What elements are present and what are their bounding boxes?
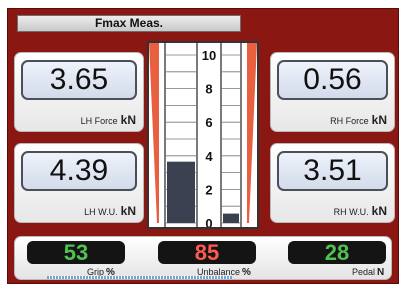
lh-force-label-text: LH Force [80,116,118,126]
lh-wu-value: 4.39 [21,151,137,191]
grip-value: 53 [27,241,125,264]
force-bar-gauge: 10 8 6 4 2 0 [147,41,259,229]
rh-wu-value: 3.51 [277,151,388,191]
lh-force-panel: 3.65 LH Force kN [14,52,144,132]
rh-force-panel: 0.56 RH Force kN [270,52,395,132]
gauge-tick-label: 8 [205,82,212,97]
progress-bar [47,276,232,279]
lh-wu-label: LH W.U. kN [84,204,136,218]
measurement-screen: Fmax Meas. 3.65 LH Force kN 0.56 RH Force… [7,8,399,284]
lh-wu-label-text: LH W.U. [84,207,118,217]
rh-force-label: RH Force kN [330,113,387,127]
lh-wu-panel: 4.39 LH W.U. kN [14,143,144,223]
rh-wu-label: RH W.U. kN [334,204,387,218]
gauge-tick-label: 2 [205,182,212,197]
rh-wu-unit: kN [371,204,387,218]
metrics-panel: 53 Grip% 85 Unbalance% 28 Pedal N [14,236,392,280]
left-limit-wedge [149,43,159,223]
rh-force-label-text: RH Force [330,116,369,126]
pedal-unit: N [377,267,385,278]
rh-wu-panel: 3.51 RH W.U. kN [270,143,395,223]
lh-wu-unit: kN [120,204,136,218]
gauge-tick-label: 10 [202,48,216,63]
gauge-tick-label: 6 [205,115,212,130]
gauge-tick-label: 4 [205,149,213,164]
right-force-bar [223,213,239,223]
pedal-label: Pedal N [352,267,384,278]
rh-wu-label-text: RH W.U. [333,207,369,217]
left-force-bar [167,161,195,223]
lh-force-unit: kN [120,113,136,127]
rh-force-unit: kN [371,113,387,127]
gauge-drawing: 10 8 6 4 2 0 [149,43,257,227]
unbalance-value: 85 [158,241,256,264]
right-limit-wedge [247,43,257,223]
unbalance-unit: % [242,267,251,278]
rh-force-value: 0.56 [277,60,388,100]
lh-force-label: LH Force kN [81,113,136,127]
gauge-tick-label: 0 [205,216,212,227]
screen-title: Fmax Meas. [17,15,241,32]
pedal-value: 28 [288,241,386,264]
pedal-label-text: Pedal [352,267,376,277]
lh-force-value: 3.65 [21,60,137,100]
